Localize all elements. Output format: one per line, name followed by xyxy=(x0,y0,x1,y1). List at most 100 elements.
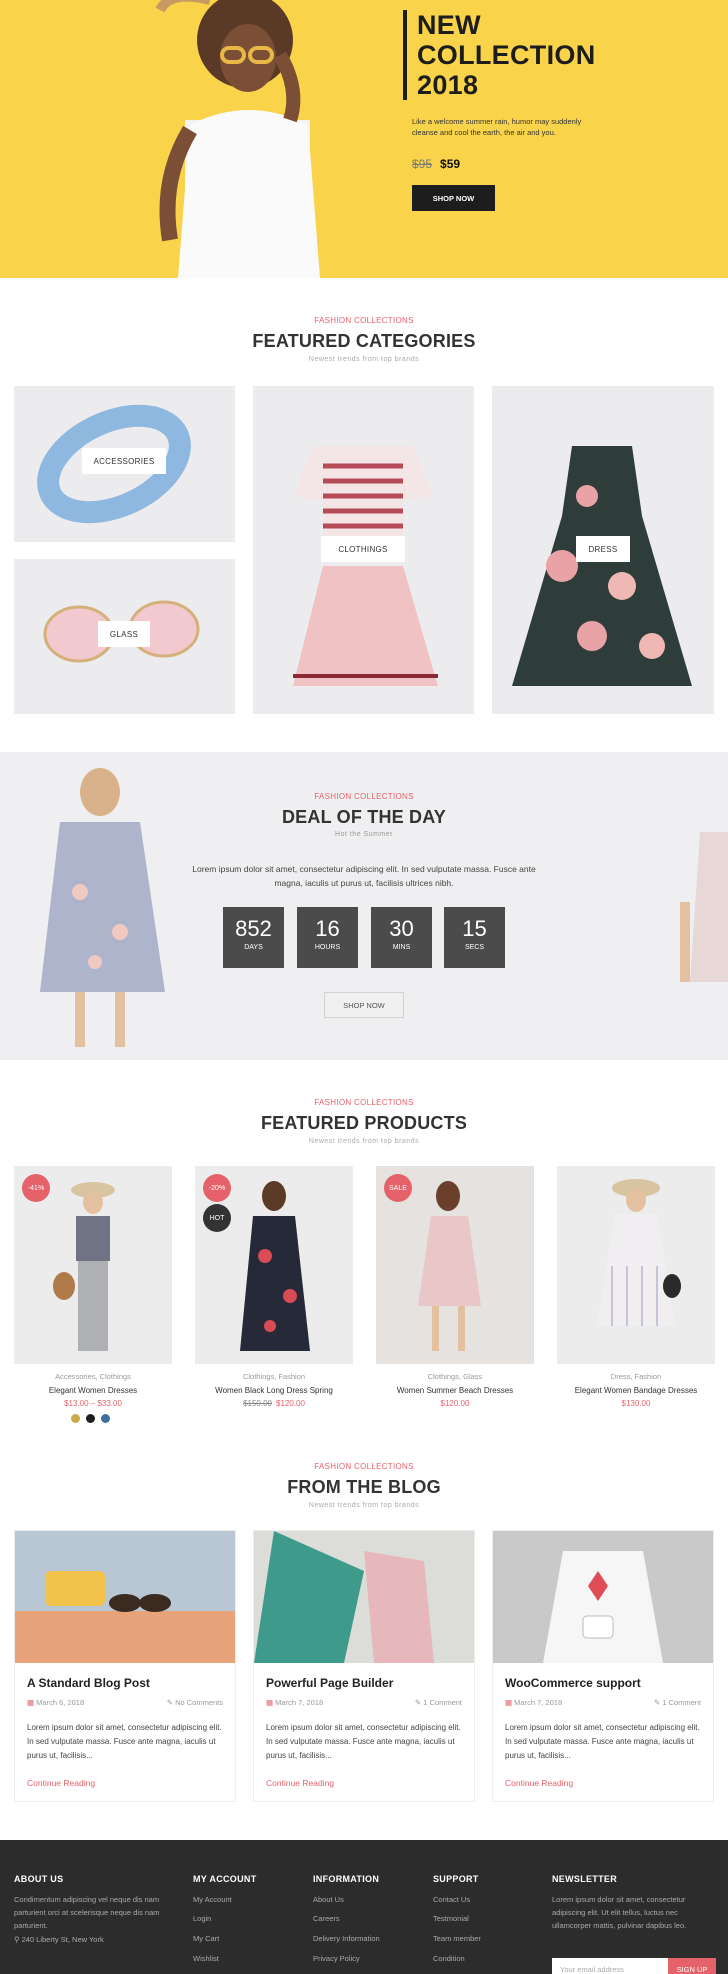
footer-link-login[interactable]: Login xyxy=(193,1914,211,1923)
blog-post-excerpt: Lorem ipsum dolor sit amet, consectetur … xyxy=(27,1723,222,1760)
color-swatch[interactable] xyxy=(101,1414,110,1423)
categories-subtitle: Newest trends from top brands xyxy=(308,356,420,363)
color-swatch[interactable] xyxy=(71,1414,80,1423)
footer-link-careers[interactable]: Careers xyxy=(313,1914,340,1923)
blog-post-card: WooCommerce support ▦ March 7, 2018 ✎ 1 … xyxy=(492,1530,714,1802)
product-card-image[interactable]: -20% HOT xyxy=(195,1166,353,1364)
countdown-value: 16 xyxy=(315,916,340,941)
product-name[interactable]: Women Black Long Dress Spring xyxy=(195,1386,353,1395)
product-new-price: $120.00 xyxy=(276,1399,305,1408)
products-kicker: FASHION COLLECTIONS xyxy=(314,1098,414,1107)
comment-icon: ✎ xyxy=(414,1698,424,1707)
category-label: GLASS xyxy=(98,621,150,647)
blog-post-comments[interactable]: ✎ 1 Comment xyxy=(654,1698,701,1707)
calendar-icon: ▦ xyxy=(27,1698,37,1707)
blog-post-date: ▦ March 7, 2018 xyxy=(505,1698,562,1707)
blog-title: FROM THE BLOG xyxy=(287,1477,441,1497)
hero-title-line2: COLLECTION xyxy=(417,40,596,70)
address-text: 240 Liberty St, New York xyxy=(21,1935,104,1944)
countdown-label: HOURS xyxy=(314,944,341,951)
newsletter-email-input[interactable]: Your email address xyxy=(552,1958,668,1974)
comments-text: 1 Comment xyxy=(423,1698,462,1707)
footer-about-heading: ABOUT US xyxy=(14,1874,64,1884)
category-accessories[interactable]: ACCESSORIES xyxy=(14,386,235,542)
blog-post-comments[interactable]: ✎ No Comments xyxy=(167,1698,223,1707)
continue-reading-link[interactable]: Continue Reading xyxy=(266,1778,334,1788)
date-text: March 7, 2018 xyxy=(275,1698,324,1707)
countdown-hours: 16 HOURS xyxy=(297,907,358,968)
hero-old-price: $95 xyxy=(412,157,433,171)
product-name[interactable]: Women Summer Beach Dresses xyxy=(376,1386,534,1395)
hero-price: $95 $59 xyxy=(412,157,460,171)
footer-link-team[interactable]: Team member xyxy=(433,1934,481,1943)
countdown-label: MINS xyxy=(392,944,411,951)
footer-link-delivery[interactable]: Delivery Information xyxy=(313,1934,380,1943)
footer-link-privacy[interactable]: Privacy Policy xyxy=(313,1954,360,1963)
countdown-value: 852 xyxy=(235,916,272,941)
continue-reading-link[interactable]: Continue Reading xyxy=(27,1778,95,1788)
hero-new-price: $59 xyxy=(440,157,461,171)
deal-subtitle: Hot the Summer xyxy=(335,831,393,838)
footer-info-heading: INFORMATION xyxy=(313,1874,380,1884)
blog-post-date: ▦ March 7, 2018 xyxy=(266,1698,323,1707)
continue-reading-link[interactable]: Continue Reading xyxy=(505,1778,573,1788)
footer-newsletter-heading: NEWSLETTER xyxy=(552,1874,617,1884)
category-glass[interactable]: GLASS xyxy=(14,559,235,714)
footer-link-my-account[interactable]: My Account xyxy=(193,1895,232,1904)
blog-post-excerpt: Lorem ipsum dolor sit amet, consectetur … xyxy=(266,1723,461,1760)
discount-badge: -41% xyxy=(22,1174,50,1202)
product-card-image[interactable]: SALE xyxy=(376,1166,534,1364)
product-card-image[interactable]: -41% xyxy=(14,1166,172,1364)
deal-kicker: FASHION COLLECTIONS xyxy=(314,792,414,801)
blog-post-image[interactable] xyxy=(493,1531,713,1663)
comments-text: No Comments xyxy=(175,1698,223,1707)
blog-post-image[interactable] xyxy=(15,1531,235,1663)
product-categories[interactable]: Clothings, Fashion xyxy=(195,1372,353,1381)
blog-post-title[interactable]: Powerful Page Builder xyxy=(266,1676,393,1690)
product-categories[interactable]: Accessories, Clothings xyxy=(14,1372,172,1381)
categories-kicker: FASHION COLLECTIONS xyxy=(314,316,414,325)
product-categories[interactable]: Clothings, Glass xyxy=(376,1372,534,1381)
countdown-value: 15 xyxy=(462,916,487,941)
deal-title: DEAL OF THE DAY xyxy=(281,807,447,827)
product-categories[interactable]: Dress, Fashion xyxy=(557,1372,715,1381)
category-dress[interactable]: DRESS xyxy=(492,386,714,714)
blog-post-card: A Standard Blog Post ▦ March 6, 2018 ✎ N… xyxy=(14,1530,236,1802)
category-clothings[interactable]: CLOTHINGS xyxy=(253,386,474,714)
blog-subtitle: Newest trends from top brands xyxy=(308,1502,420,1509)
hero-shop-now-button[interactable]: SHOP NOW xyxy=(412,185,495,211)
comments-text: 1 Comment xyxy=(662,1698,701,1707)
blog-post-title[interactable]: A Standard Blog Post xyxy=(27,1676,150,1690)
product-name[interactable]: Elegant Women Bandage Dresses xyxy=(557,1386,715,1395)
footer-link-about-us[interactable]: About Us xyxy=(313,1895,344,1904)
date-text: March 6, 2018 xyxy=(36,1698,85,1707)
color-swatch[interactable] xyxy=(86,1414,95,1423)
category-label: ACCESSORIES xyxy=(82,448,166,474)
countdown-mins: 30 MINS xyxy=(371,907,432,968)
deal-shop-now-button[interactable]: SHOP NOW xyxy=(324,992,404,1018)
blog-post-card: Powerful Page Builder ▦ March 7, 2018 ✎ … xyxy=(253,1530,475,1802)
blog-kicker: FASHION COLLECTIONS xyxy=(314,1462,414,1471)
product-image xyxy=(597,1179,681,1326)
blog-post-comments[interactable]: ✎ 1 Comment xyxy=(415,1698,462,1707)
product-price: $150.00 $120.00 xyxy=(195,1399,353,1408)
footer-link-wishlist[interactable]: Wishlist xyxy=(193,1954,219,1963)
countdown-value: 30 xyxy=(389,916,414,941)
footer-link-contact[interactable]: Contact Us xyxy=(433,1895,470,1904)
blog-post-excerpt: Lorem ipsum dolor sit amet, consectetur … xyxy=(505,1723,700,1760)
countdown-label: SECS xyxy=(464,944,485,951)
blog-post-image[interactable] xyxy=(254,1531,474,1663)
footer-about-text: Condimentum adipiscing vel neque dis nam… xyxy=(14,1895,160,1930)
footer-link-testimonial[interactable]: Testmonial xyxy=(433,1914,469,1923)
footer-link-my-cart[interactable]: My Cart xyxy=(193,1934,219,1943)
footer-link-condition[interactable]: Condition xyxy=(433,1954,465,1963)
product-price: $130.00 xyxy=(621,1399,651,1408)
calendar-icon: ▦ xyxy=(266,1698,276,1707)
newsletter-signup-button[interactable]: SIGN UP xyxy=(668,1958,716,1974)
blog-post-title[interactable]: WooCommerce support xyxy=(505,1676,641,1690)
product-card-image[interactable] xyxy=(557,1166,715,1364)
product-name[interactable]: Elegant Women Dresses xyxy=(14,1386,172,1395)
countdown-secs: 15 SECS xyxy=(444,907,505,968)
product-price: $120.00 xyxy=(440,1399,470,1408)
deal-of-the-day: FASHION COLLECTIONS DEAL OF THE DAY Hot … xyxy=(0,752,728,1060)
